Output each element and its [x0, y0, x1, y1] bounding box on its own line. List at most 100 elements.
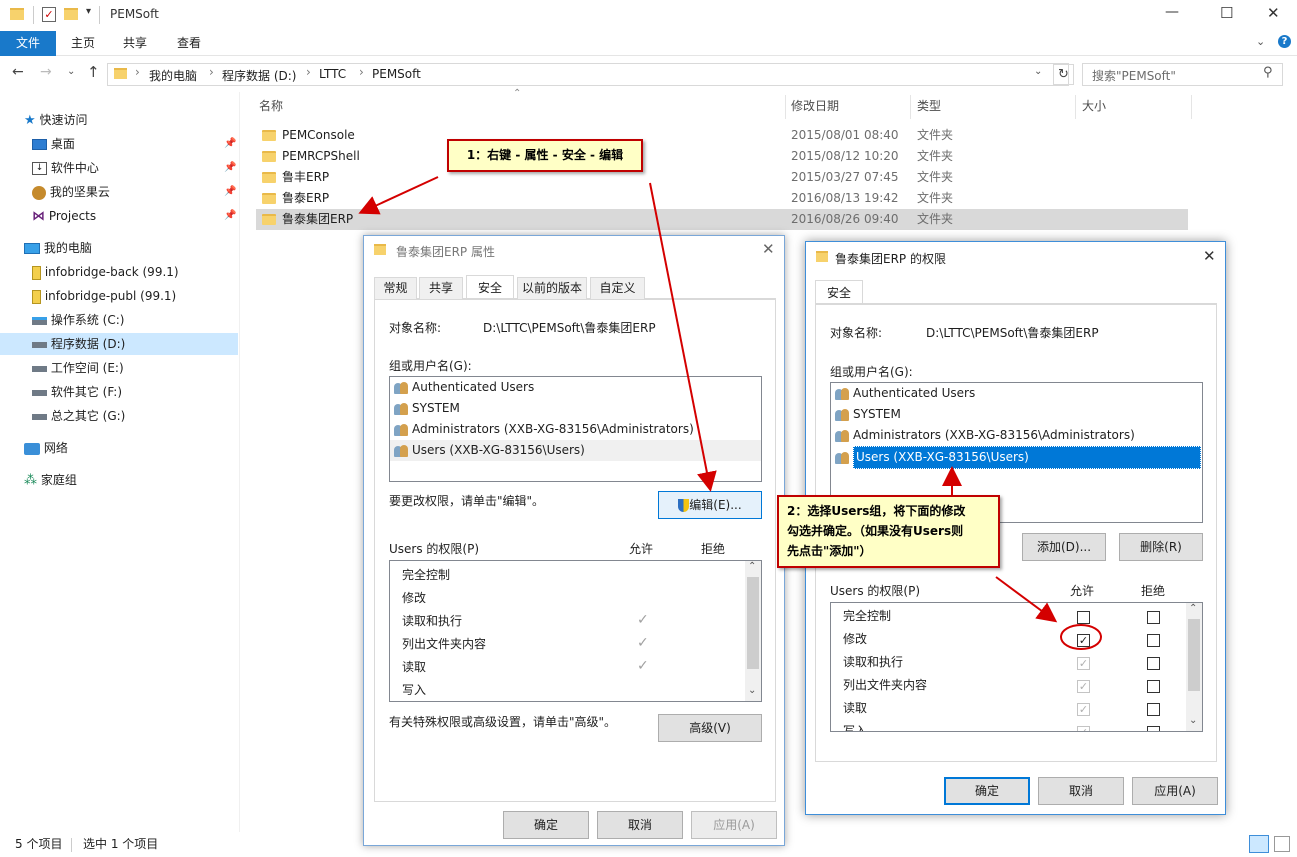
- chevron-up-icon[interactable]: ⌃: [748, 561, 756, 572]
- column-separator[interactable]: [785, 95, 786, 119]
- nav-nutstore[interactable]: 我的坚果云 📌: [32, 181, 237, 203]
- tab-share[interactable]: 共享: [110, 31, 160, 56]
- tab-view[interactable]: 查看: [163, 31, 215, 56]
- deny-write-checkbox[interactable]: [1147, 726, 1160, 731]
- chevron-right-icon[interactable]: ›: [306, 65, 311, 79]
- chevron-right-icon[interactable]: ›: [359, 65, 364, 79]
- cancel-button[interactable]: 取消: [1038, 777, 1124, 805]
- nav-drive-c[interactable]: 操作系统 (C:): [32, 309, 124, 331]
- chevron-down-icon[interactable]: ⌄: [1034, 66, 1042, 77]
- user-list[interactable]: Authenticated Users SYSTEM Administrator…: [389, 376, 762, 482]
- help-icon[interactable]: ?: [1278, 35, 1291, 48]
- apply-button[interactable]: 应用(A): [691, 811, 777, 839]
- nav-drive-e[interactable]: 工作空间 (E:): [32, 357, 124, 379]
- tab-sharing[interactable]: 共享: [419, 277, 463, 299]
- list-item[interactable]: Administrators (XXB-XG-83156\Administrat…: [394, 419, 694, 440]
- column-separator[interactable]: [1075, 95, 1076, 119]
- nav-drive-infobridge-publ[interactable]: infobridge-publ (99.1): [32, 285, 176, 307]
- allow-modify-checkbox[interactable]: ✓: [1077, 634, 1090, 647]
- chevron-down-icon[interactable]: ⌄: [748, 685, 756, 696]
- file-row[interactable]: 鲁泰ERP 2016/08/13 19:42 文件夹: [256, 188, 1188, 209]
- nav-projects[interactable]: ⋈ Projects 📌: [32, 205, 237, 227]
- cancel-button[interactable]: 取消: [597, 811, 683, 839]
- file-row[interactable]: 鲁丰ERP 2015/03/27 07:45 文件夹: [256, 167, 1188, 188]
- scrollbar[interactable]: ⌃ ⌄: [745, 561, 761, 701]
- allow-full-control-checkbox[interactable]: [1077, 611, 1090, 624]
- address-bar[interactable]: › 我的电脑 › 程序数据 (D:) › LTTC › PEMSoft ⌄: [107, 63, 1069, 86]
- breadcrumb-pemsoft[interactable]: PEMSoft: [372, 67, 421, 81]
- list-item[interactable]: SYSTEM: [394, 398, 460, 419]
- nav-drive-g[interactable]: 总之其它 (G:): [32, 405, 125, 427]
- apply-button[interactable]: 应用(A): [1132, 777, 1218, 805]
- deny-read-execute-checkbox[interactable]: [1147, 657, 1160, 670]
- pin-icon[interactable]: 📌: [224, 133, 236, 155]
- nav-homegroup[interactable]: ⁂ 家庭组: [24, 469, 77, 491]
- remove-button[interactable]: 删除(R): [1119, 533, 1203, 561]
- deny-list-folder-checkbox[interactable]: [1147, 680, 1160, 693]
- breadcrumb-drive-d[interactable]: 程序数据 (D:): [222, 67, 296, 84]
- tab-security[interactable]: 安全: [815, 280, 863, 303]
- expand-ribbon-icon[interactable]: ⌄: [1256, 35, 1265, 48]
- column-header-name[interactable]: 名称: [259, 95, 283, 117]
- tab-security[interactable]: 安全: [466, 275, 514, 298]
- chevron-up-icon[interactable]: ⌃: [1189, 603, 1197, 614]
- file-row[interactable]: PEMRCPShell 2015/08/12 10:20 文件夹: [256, 146, 1188, 167]
- add-button[interactable]: 添加(D)...: [1022, 533, 1106, 561]
- properties-icon[interactable]: ✓: [42, 7, 56, 22]
- minimize-button[interactable]: —: [1165, 4, 1179, 20]
- tab-file[interactable]: 文件: [0, 31, 56, 56]
- scrollbar-thumb[interactable]: [747, 577, 759, 669]
- list-item-selected[interactable]: Users (XXB-XG-83156\Users): [390, 440, 761, 461]
- nav-quick-access[interactable]: ★ 快速访问: [24, 109, 88, 131]
- tab-previous-versions[interactable]: 以前的版本: [517, 277, 587, 299]
- close-icon[interactable]: ✕: [1203, 247, 1216, 265]
- nav-drive-d[interactable]: 程序数据 (D:): [0, 333, 238, 355]
- details-view-icon[interactable]: [1249, 835, 1269, 853]
- column-header-size[interactable]: 大小: [1082, 95, 1106, 117]
- customize-toolbar-icon[interactable]: ▾: [86, 6, 91, 17]
- deny-full-control-checkbox[interactable]: [1147, 611, 1160, 624]
- chevron-right-icon[interactable]: ›: [135, 65, 140, 79]
- search-input[interactable]: 搜索"PEMSoft" ⚲: [1082, 63, 1283, 86]
- forward-arrow-icon[interactable]: →: [40, 64, 52, 80]
- nav-desktop[interactable]: 桌面 📌: [32, 133, 237, 155]
- edit-button[interactable]: 编辑(E)...: [658, 491, 762, 519]
- chevron-right-icon[interactable]: ›: [209, 65, 214, 79]
- pin-icon[interactable]: 📌: [224, 205, 236, 227]
- scrollbar-thumb[interactable]: [1188, 619, 1200, 691]
- list-item[interactable]: Administrators (XXB-XG-83156\Administrat…: [835, 425, 1135, 446]
- allow-read-execute-checkbox[interactable]: ✓: [1077, 657, 1090, 670]
- nav-this-pc[interactable]: 我的电脑: [24, 237, 92, 259]
- breadcrumb-lttc[interactable]: LTTC: [319, 67, 346, 81]
- search-icon[interactable]: ⚲: [1263, 65, 1273, 80]
- close-button[interactable]: ✕: [1267, 4, 1280, 22]
- refresh-button[interactable]: ↻: [1053, 64, 1074, 85]
- list-item[interactable]: Authenticated Users: [835, 383, 975, 404]
- advanced-button[interactable]: 高级(V): [658, 714, 762, 742]
- recent-locations-icon[interactable]: ⌄: [67, 66, 75, 77]
- column-header-modified[interactable]: 修改日期: [791, 95, 839, 117]
- allow-list-folder-checkbox[interactable]: ✓: [1077, 680, 1090, 693]
- large-icons-view-icon[interactable]: [1274, 836, 1290, 852]
- close-icon[interactable]: ✕: [762, 240, 775, 258]
- pin-icon[interactable]: 📌: [224, 181, 236, 203]
- up-arrow-icon[interactable]: ↑: [87, 63, 100, 81]
- allow-write-checkbox[interactable]: ✓: [1077, 726, 1090, 731]
- nav-software-center[interactable]: ↓ 软件中心 📌: [32, 157, 237, 179]
- tab-home[interactable]: 主页: [58, 31, 108, 56]
- column-separator[interactable]: [910, 95, 911, 119]
- list-item[interactable]: Authenticated Users: [394, 377, 534, 398]
- ok-button[interactable]: 确定: [503, 811, 589, 839]
- nav-drive-infobridge-back[interactable]: infobridge-back (99.1): [32, 261, 179, 283]
- ok-button[interactable]: 确定: [944, 777, 1030, 805]
- nav-drive-f[interactable]: 软件其它 (F:): [32, 381, 122, 403]
- allow-read-checkbox[interactable]: ✓: [1077, 703, 1090, 716]
- maximize-button[interactable]: ☐: [1220, 4, 1233, 22]
- deny-modify-checkbox[interactable]: [1147, 634, 1160, 647]
- pin-icon[interactable]: 📌: [224, 157, 236, 179]
- list-item[interactable]: SYSTEM: [835, 404, 901, 425]
- column-separator[interactable]: [1191, 95, 1192, 119]
- tab-general[interactable]: 常规: [374, 277, 417, 299]
- file-row[interactable]: PEMConsole 2015/08/01 08:40 文件夹: [256, 125, 1188, 146]
- deny-read-checkbox[interactable]: [1147, 703, 1160, 716]
